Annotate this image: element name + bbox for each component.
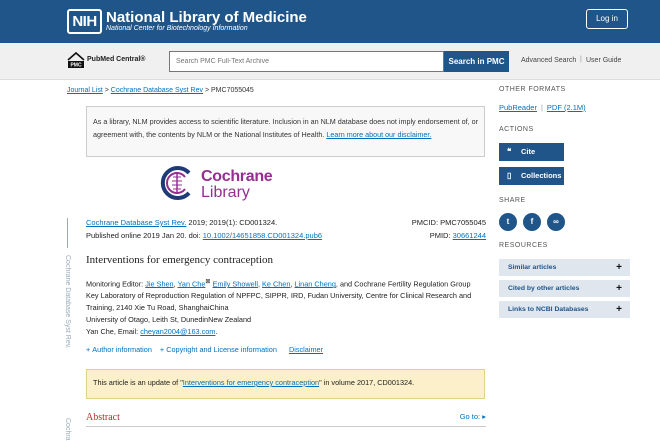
affiliation-1: Key Laboratory of Reproduction Regulatio… <box>86 291 472 313</box>
doi-link[interactable]: 10.1002/14651858.CD001324.pub6 <box>203 231 322 240</box>
update-link[interactable]: Interventions for emergency contraceptio… <box>183 378 319 387</box>
authors-line: Monitoring Editor: Jie Shen, Yan Che⊠ Em… <box>86 278 471 289</box>
pdf-link[interactable]: PDF (2.1M) <box>547 103 586 112</box>
copyright-link[interactable]: Copyright and License information <box>166 345 277 354</box>
site-header: NIH National Library of Medicine Nationa… <box>0 0 660 43</box>
resource-label: Links to NCBI Databases <box>508 306 589 313</box>
breadcrumb-sep: > <box>104 87 109 94</box>
cite-button[interactable]: ❝ Cite <box>499 143 564 161</box>
author-link[interactable]: Yan Che <box>178 279 206 288</box>
pmcid: PMCID: PMC7055045 <box>411 218 486 227</box>
facebook-share-icon[interactable]: f <box>523 213 541 231</box>
disclaimer-link[interactable]: Learn more about our disclaimer. <box>326 130 431 139</box>
email-link[interactable]: cheyan2004@163.com <box>140 327 215 336</box>
link-share-icon[interactable]: ∞ <box>547 213 565 231</box>
pmc-logo-icon: PMC <box>67 51 85 69</box>
cochrane-logo-icon <box>160 166 191 200</box>
published-text: Published online 2019 Jan 20. doi: <box>86 231 203 240</box>
resources-heading: RESOURCES <box>499 242 548 249</box>
expand-icon: + <box>159 345 165 354</box>
advanced-search-link[interactable]: Advanced Search <box>521 57 576 64</box>
contact-label: Yan Che, Email: <box>86 327 141 337</box>
pmid-label: PMID: <box>429 231 453 240</box>
share-heading: SHARE <box>499 197 526 204</box>
article-title: Interventions for emergency contraceptio… <box>86 254 274 266</box>
cite-label: Cite <box>521 147 536 156</box>
goto-menu[interactable]: Go to: ▸ <box>440 412 486 421</box>
nih-logo[interactable]: NIH <box>67 9 102 34</box>
search-input[interactable] <box>169 51 444 72</box>
journal-link[interactable]: Cochrane Database Syst Rev. <box>86 218 186 227</box>
ncbi-links-item[interactable]: Links to NCBI Databases + <box>499 301 630 318</box>
format-links: PubReader | PDF (2.1M) <box>499 103 586 112</box>
search-bar: PMC PubMed Central® Search in PMC Advanc… <box>0 43 660 80</box>
nav-separator: | <box>580 56 582 63</box>
disclaimer-meta-link[interactable]: Disclaimer <box>289 345 323 354</box>
contact-tail: . <box>215 327 218 337</box>
breadcrumb-sep: > <box>204 87 210 94</box>
update-pre: This article is an update of " <box>93 378 183 387</box>
pmid-link[interactable]: 30661244 <box>453 231 486 240</box>
abstract-divider <box>86 426 486 427</box>
login-button[interactable]: Log in <box>586 9 628 29</box>
citation-line: Cochrane Database Syst Rev. 2019; 2019(1… <box>86 218 277 227</box>
vertical-journal-label: Cochrane Database Syst Rev. <box>64 255 71 349</box>
author-link[interactable]: Jie Shen <box>145 279 173 288</box>
author-link[interactable]: Emily Showell <box>213 279 258 288</box>
similar-articles-item[interactable]: Similar articles + <box>499 259 630 276</box>
breadcrumb-journal[interactable]: Cochrane Database Syst Rev <box>111 87 203 94</box>
article-meta-links: + Author information + Copyright and Licen… <box>86 345 323 354</box>
expand-icon: + <box>86 345 91 354</box>
bookmark-icon: ▯ <box>507 171 512 180</box>
plus-icon: + <box>616 283 622 294</box>
user-guide-link[interactable]: User Guide <box>586 57 621 64</box>
collections-label: Collections <box>521 171 562 180</box>
resource-label: Cited by other articles <box>508 285 580 292</box>
sidebar-rule <box>67 218 68 248</box>
plus-icon: + <box>616 262 622 273</box>
published-line: Published online 2019 Jan 20. doi: 10.10… <box>86 231 322 240</box>
editor-label: Monitoring Editor: <box>86 279 146 289</box>
format-sep: | <box>540 103 543 112</box>
search-button[interactable]: Search in PMC <box>444 51 509 72</box>
update-notice: This article is an update of "Interventi… <box>86 369 485 399</box>
quote-icon: ❝ <box>507 147 512 156</box>
resource-label: Similar articles <box>508 264 557 271</box>
collections-button[interactable]: ▯ Collections <box>499 167 564 185</box>
pubreader-link[interactable]: PubReader <box>499 103 537 112</box>
author-info-link[interactable]: Author information <box>92 345 152 354</box>
breadcrumb-current: PMC7055045 <box>211 87 254 94</box>
plus-icon: + <box>616 304 622 315</box>
breadcrumb: Journal List > Cochrane Database Syst Re… <box>67 87 254 94</box>
contact-line: Yan Che, Email: cheyan2004@163.com. <box>86 326 486 338</box>
cited-by-item[interactable]: Cited by other articles + <box>499 280 630 297</box>
pmc-name: PubMed Central® <box>87 56 146 63</box>
affiliation-2: University of Otago, Leith St, DunedinNe… <box>86 315 252 325</box>
site-subtitle: National Center for Biotechnology Inform… <box>106 25 248 32</box>
author-link[interactable]: Ke Chen <box>262 279 290 288</box>
actions-heading: ACTIONS <box>499 126 534 133</box>
site-title[interactable]: National Library of Medicine <box>106 9 307 26</box>
breadcrumb-journal-list[interactable]: Journal List <box>67 87 103 94</box>
author-link[interactable]: Linan Cheng <box>295 279 336 288</box>
author-block: Monitoring Editor: Jie Shen, Yan Che⊠ Em… <box>86 276 486 338</box>
nlm-disclaimer-notice: As a library, NLM provides access to sci… <box>86 106 485 157</box>
logo-text-library: Library <box>201 184 250 201</box>
update-post: " in volume 2017, CD001324. <box>319 378 415 387</box>
twitter-share-icon[interactable]: t <box>499 213 517 231</box>
citation-details: 2019; 2019(1): CD001324. <box>186 218 278 227</box>
author-group: , and Cochrane Fertility Regulation Grou… <box>335 279 471 289</box>
abstract-heading: Abstract <box>86 412 120 423</box>
email-icon[interactable]: ⊠ <box>205 278 210 285</box>
other-formats-heading: OTHER FORMATS <box>499 86 566 93</box>
vertical-journal-label-2: Cochra <box>64 418 71 441</box>
pmid-line: PMID: 30661244 <box>404 231 486 240</box>
pmc-logo-text: PMC <box>70 63 82 69</box>
